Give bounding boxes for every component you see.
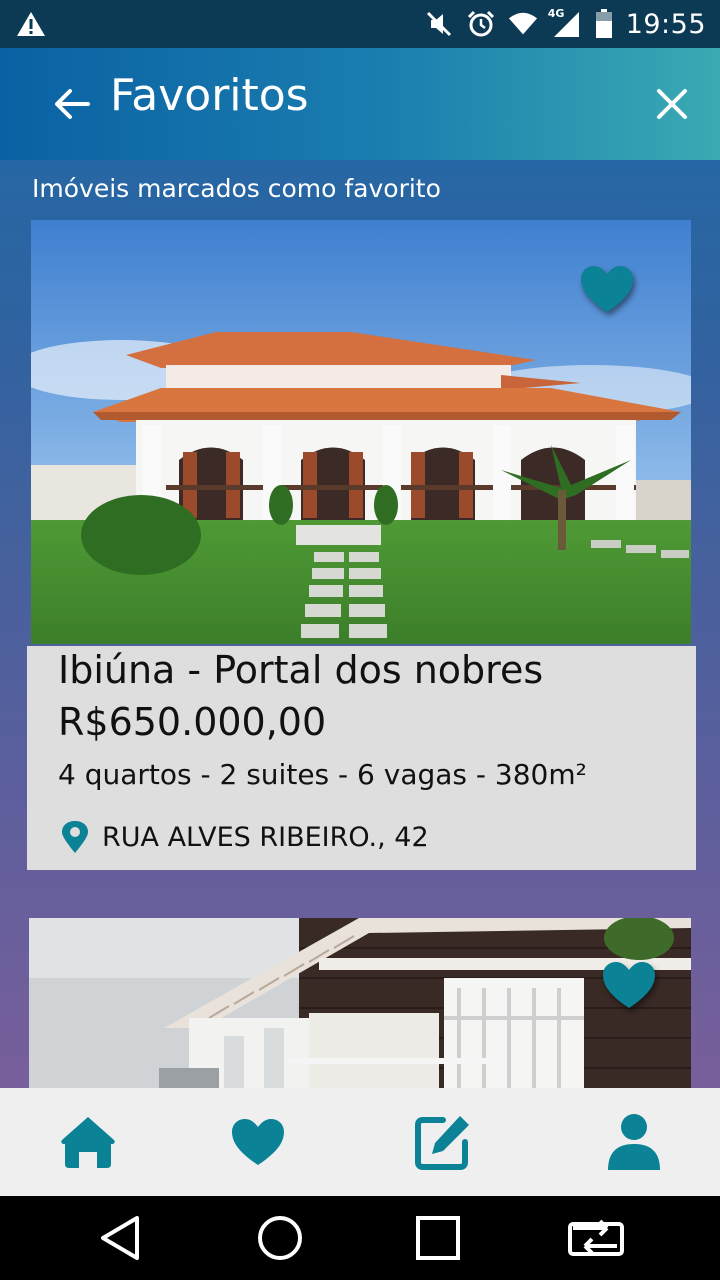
signal-icon: 4G — [547, 7, 582, 39]
bottom-nav — [0, 1088, 720, 1196]
listing-address: RUA ALVES RIBEIRO., 42 — [102, 821, 429, 853]
clock: 19:55 — [625, 8, 706, 40]
listing-address-row: RUA ALVES RIBEIRO., 42 — [60, 820, 429, 854]
mute-icon — [424, 9, 454, 39]
battery-icon — [594, 9, 614, 39]
nav-favorites[interactable] — [198, 1088, 318, 1196]
heart-icon — [603, 962, 655, 1008]
square-recents-icon — [416, 1216, 460, 1260]
edit-icon — [415, 1116, 469, 1170]
favorite-button[interactable] — [579, 264, 635, 318]
user-icon — [608, 1114, 660, 1170]
app-bar: Favoritos — [0, 48, 720, 160]
warning-icon — [16, 9, 46, 39]
arrow-left-icon — [55, 89, 90, 119]
listing-photo[interactable] — [29, 918, 691, 1088]
nav-home[interactable] — [28, 1088, 148, 1196]
triangle-back-icon — [101, 1216, 139, 1260]
home-icon — [61, 1117, 115, 1168]
listing-details: 4 quartos - 2 suites - 6 vagas - 380m² — [58, 758, 587, 791]
nav-profile[interactable] — [574, 1088, 694, 1196]
status-bar: 4G 19:55 — [0, 0, 720, 48]
nav-edit[interactable] — [383, 1088, 503, 1196]
system-nav-bar — [0, 1196, 720, 1280]
section-subtitle: Imóveis marcados como favorito — [32, 174, 441, 203]
favorite-button[interactable] — [601, 960, 657, 1014]
app-switch-icon — [568, 1219, 624, 1256]
back-button[interactable] — [50, 82, 94, 126]
close-button[interactable] — [650, 82, 694, 126]
listing-photo[interactable] — [31, 220, 691, 644]
system-switch-button[interactable] — [566, 1208, 626, 1268]
system-back-button[interactable] — [90, 1208, 150, 1268]
circle-home-icon — [258, 1216, 302, 1260]
heart-icon — [232, 1119, 284, 1165]
location-pin-icon — [62, 821, 88, 853]
page-title: Favoritos — [110, 70, 309, 121]
listing-info[interactable]: Ibiúna - Portal dos nobres R$650.000,00 … — [27, 646, 696, 870]
close-icon — [657, 89, 687, 119]
alarm-icon — [466, 9, 496, 39]
listing-price: R$650.000,00 — [58, 700, 327, 744]
listing-title: Ibiúna - Portal dos nobres — [58, 648, 544, 692]
network-type: 4G — [547, 7, 565, 20]
system-home-button[interactable] — [250, 1208, 310, 1268]
heart-icon — [581, 266, 633, 312]
wifi-icon — [508, 9, 538, 39]
system-recents-button[interactable] — [408, 1208, 468, 1268]
house-photo — [29, 918, 691, 1088]
